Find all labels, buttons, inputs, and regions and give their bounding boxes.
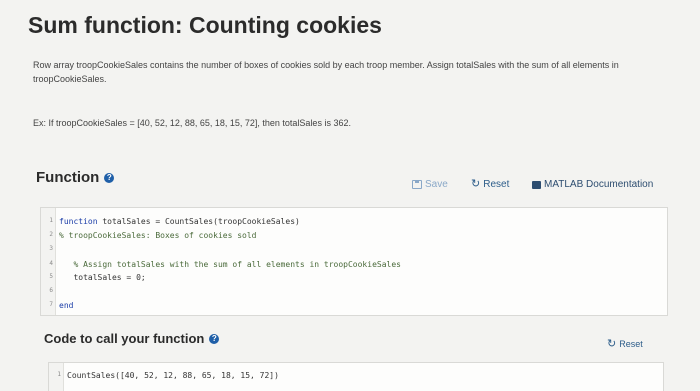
function-title-text: Function (36, 169, 100, 186)
function-section-title: Function ? (36, 169, 115, 186)
call-reset-button[interactable]: ↻ Reset (607, 337, 643, 350)
save-button[interactable]: Save (412, 179, 448, 190)
code-line[interactable]: 7 end (41, 301, 73, 314)
save-icon (412, 180, 422, 189)
example-text: Ex: If troopCookieSales = [40, 52, 12, 8… (33, 118, 351, 128)
reset-icon: ↻ (471, 178, 481, 190)
line-number: 6 (49, 287, 53, 294)
book-icon (532, 180, 541, 189)
line-number: 4 (49, 260, 53, 267)
reset-label: Reset (483, 179, 510, 190)
line-number: 3 (49, 245, 53, 252)
code-line[interactable]: 2 % troopCookieSales: Boxes of cookies s… (41, 231, 256, 244)
documentation-label: MATLAB Documentation (544, 179, 654, 190)
line-number: 5 (49, 273, 53, 280)
call-reset-label: Reset (619, 339, 643, 349)
line-number: 2 (49, 231, 53, 238)
code-line[interactable]: 5 totalSales = 0; (41, 273, 146, 286)
code-text: totalSales = CountSales(troopCookieSales… (97, 217, 300, 226)
reset-icon: ↻ (607, 337, 617, 350)
line-number: 7 (49, 301, 53, 308)
matlab-documentation-button[interactable]: MATLAB Documentation (532, 179, 653, 190)
code-comment: % Assign totalSales with the sum of all … (59, 260, 401, 269)
line-number: 1 (49, 217, 53, 224)
call-section-title: Code to call your function ? (44, 331, 220, 346)
help-icon[interactable]: ? (104, 172, 115, 183)
code-text: totalSales = 0; (59, 273, 146, 282)
call-title-text: Code to call your function (44, 331, 205, 346)
call-code-editor[interactable]: 1 CountSales([40, 52, 12, 88, 65, 18, 15… (48, 362, 664, 391)
code-line[interactable]: 6 (41, 287, 59, 300)
code-line[interactable]: 3 (41, 245, 59, 258)
code-text: CountSales([40, 52, 12, 88, 65, 18, 15, … (67, 371, 279, 380)
code-line[interactable]: 1 function totalSales = CountSales(troop… (41, 217, 300, 230)
help-icon[interactable]: ? (209, 333, 220, 344)
page-title: Sum function: Counting cookies (28, 12, 382, 38)
code-line[interactable]: 1 CountSales([40, 52, 12, 88, 65, 18, 15… (49, 371, 279, 384)
line-number: 1 (57, 371, 61, 378)
code-keyword: end (59, 301, 74, 310)
function-code-editor[interactable]: 1 function totalSales = CountSales(troop… (40, 207, 668, 316)
page: Sum function: Counting cookies Row array… (0, 0, 700, 391)
code-keyword: function (59, 217, 98, 226)
code-comment: % troopCookieSales: Boxes of cookies sol… (59, 231, 257, 240)
reset-button[interactable]: ↻ Reset (471, 178, 510, 191)
code-line[interactable]: 4 % Assign totalSales with the sum of al… (41, 260, 401, 273)
problem-description: Row array troopCookieSales contains the … (33, 60, 619, 84)
save-label: Save (425, 179, 448, 190)
